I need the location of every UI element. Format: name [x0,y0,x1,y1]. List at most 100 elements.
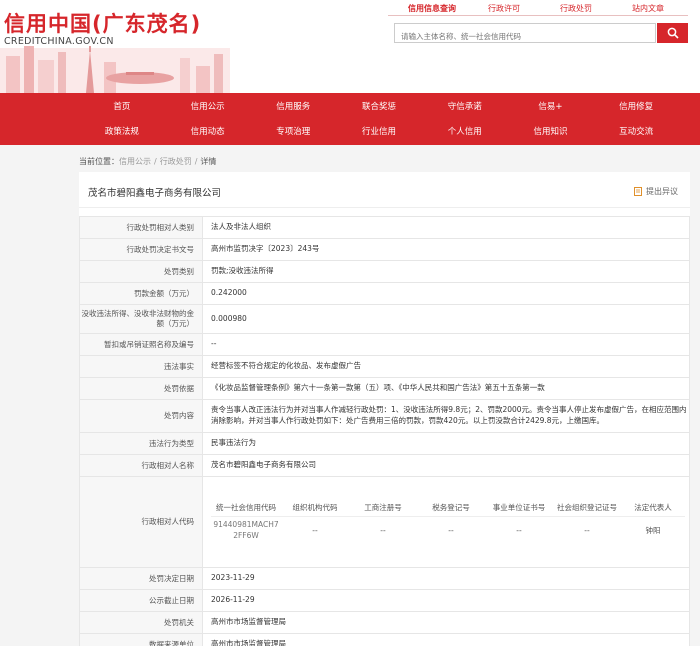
nav-policy[interactable]: 政策法规 [79,125,165,137]
search-input[interactable] [395,27,655,46]
breadcrumb-current: 详情 [200,157,217,166]
nav-home[interactable]: 首页 [79,100,165,112]
nav-joint-reward-punish[interactable]: 联合奖惩 [336,100,422,112]
breadcrumb-separator: / [154,157,157,166]
breadcrumb-admin-penalty[interactable]: 行政处罚 [160,157,192,166]
site-title: 信用中国(广东茂名) [4,12,202,36]
row-value: 民事违法行为 [202,432,690,455]
row-value: 经营标签不符合规定的化妆品、发布虚假广告 [202,355,690,378]
top-nav-admin-penalty[interactable]: 行政处罚 [540,3,612,14]
row-value: 高州市市场监督管理局 [202,633,690,646]
row-label: 行政处罚相对人类别 [79,216,203,239]
row-value: 高州市市场监督管理局 [202,611,690,634]
company-name: 茂名市碧阳鑫电子商务有限公司 [88,188,222,199]
table-row: 暂扣或吊销证照名称及编号 -- [79,333,690,356]
codes-cell: 统一社会信用代码 组织机构代码 工商注册号 税务登记号 事业单位证书号 社会组织… [202,476,690,568]
row-label: 处罚内容 [79,399,203,433]
table-row: 行政相对人代码 统一社会信用代码 组织机构代码 工商注册号 税务登记号 事业单位… [79,476,690,568]
table-row: 处罚依据 《化妆品监督管理条例》第六十一条第一款第（五）项、《中华人民共和国广告法… [79,377,690,400]
nav-special-governance[interactable]: 专项治理 [250,125,336,137]
objection-label: 提出异议 [646,187,678,196]
row-value: 0.000980 [202,304,690,334]
nav-industry-credit[interactable]: 行业信用 [336,125,422,137]
table-row: 行政相对人名称 茂名市碧阳鑫电子商务有限公司 [79,454,690,477]
breadcrumb-credit-publicity[interactable]: 信用公示 [119,157,151,166]
search-icon [667,27,679,39]
row-value: 高州市监罚决字〔2023〕243号 [202,238,690,261]
nav-credit-news[interactable]: 信用动态 [165,125,251,137]
company-header: 茂名市碧阳鑫电子商务有限公司 提出异议 [79,172,690,208]
codes-value: -- [312,525,318,535]
codes-subtable: 统一社会信用代码 组织机构代码 工商注册号 税务登记号 事业单位证书号 社会组织… [211,499,685,545]
codes-value: -- [448,525,454,535]
row-label: 处罚依据 [79,377,203,400]
codes-value: -- [584,525,590,535]
table-row: 处罚机关 高州市市场监督管理局 [79,611,690,634]
codes-value: -- [516,525,522,535]
codes-header: 工商注册号 [349,499,417,518]
main-nav-row-2: 政策法规 信用动态 专项治理 行业信用 个人信用 信用知识 互动交流 [79,125,679,137]
nav-interaction[interactable]: 互动交流 [593,125,679,137]
codes-header: 税务登记号 [417,499,485,518]
row-label: 违法行为类型 [79,432,203,455]
nav-personal-credit[interactable]: 个人信用 [422,125,508,137]
objection-button[interactable]: 提出异议 [634,186,678,197]
nav-credit-repair[interactable]: 信用修复 [593,100,679,112]
nav-credit-plus[interactable]: 信易+ [508,100,594,112]
row-value: 2026-11-29 [202,589,690,612]
table-row: 数据来源单位 高州市市场监督管理局 [79,633,690,646]
row-label: 行政相对人代码 [79,476,203,568]
table-row: 处罚类别 罚款;没收违法所得 [79,260,690,283]
row-value: 罚款;没收违法所得 [202,260,690,283]
table-row: 没收违法所得、没收非法财物的金额（万元） 0.000980 [79,304,690,334]
search-box [394,23,656,46]
penalty-detail-table: 行政处罚相对人类别 法人及非法人组织 行政处罚决定书文号 高州市监罚决字〔2023〕… [79,216,690,646]
credit-code-value: 91440981MACH72FF6W [213,520,279,540]
table-row: 处罚内容 责令当事人改正违法行为并对当事人作减轻行政处罚：1、没收违法所得9.8元… [79,399,690,433]
row-label: 罚款金额（万元） [79,282,203,305]
row-value: -- [202,333,690,356]
table-row: 公示截止日期 2026-11-29 [79,589,690,612]
table-row: 违法事实 经营标签不符合规定的化妆品、发布虚假广告 [79,355,690,378]
nav-credit-service[interactable]: 信用服务 [250,100,336,112]
site-subtitle: CREDITCHINA.GOV.CN [4,36,114,47]
main-nav-row-1: 首页 信用公示 信用服务 联合奖惩 守信承诺 信易+ 信用修复 [79,100,679,112]
row-label: 没收违法所得、没收非法财物的金额（万元） [79,304,203,334]
row-label: 行政相对人名称 [79,454,203,477]
codes-value: -- [380,525,386,535]
row-value: 2023-11-29 [202,567,690,590]
row-label: 处罚决定日期 [79,567,203,590]
table-row: 行政处罚相对人类别 法人及非法人组织 [79,216,690,239]
top-nav-admin-license[interactable]: 行政许可 [468,3,540,14]
row-label: 处罚类别 [79,260,203,283]
nav-credit-commitment[interactable]: 守信承诺 [422,100,508,112]
codes-header-row: 统一社会信用代码 组织机构代码 工商注册号 税务登记号 事业单位证书号 社会组织… [211,499,685,518]
codes-header: 社会组织登记证号 [553,499,621,518]
table-row: 罚款金额（万元） 0.242000 [79,282,690,305]
row-value: 责令当事人改正违法行为并对当事人作减轻行政处罚：1、没收违法所得9.8元；2、罚… [202,399,690,433]
legal-rep-value: 钟阳 [645,525,661,535]
row-label: 数据来源单位 [79,633,203,646]
row-value: 法人及非法人组织 [202,216,690,239]
top-nav-credit-query[interactable]: 信用信息查询 [396,3,468,14]
top-nav-site-articles[interactable]: 站内文章 [612,3,684,14]
codes-header: 法定代表人 [621,499,685,518]
search-button[interactable] [657,23,688,43]
row-value: 0.242000 [202,282,690,305]
codes-header: 统一社会信用代码 [211,499,281,518]
table-row: 处罚决定日期 2023-11-29 [79,567,690,590]
row-label: 违法事实 [79,355,203,378]
row-value: 茂名市碧阳鑫电子商务有限公司 [202,454,690,477]
breadcrumb-label: 当前位置： [79,157,119,166]
record-card: 茂名市碧阳鑫电子商务有限公司 提出异议 行政处罚相对人类别 法人及非法人组织 行政… [79,172,690,646]
top-nav: 信用信息查询 行政许可 行政处罚 站内文章 [396,3,684,14]
nav-credit-publicity[interactable]: 信用公示 [165,100,251,112]
row-label: 暂扣或吊销证照名称及编号 [79,333,203,356]
main-nav: 首页 信用公示 信用服务 联合奖惩 守信承诺 信易+ 信用修复 政策法规 信用动… [0,93,700,145]
table-row: 违法行为类型 民事违法行为 [79,432,690,455]
edit-icon [634,187,642,196]
row-label: 公示截止日期 [79,589,203,612]
breadcrumb: 当前位置：信用公示 / 行政处罚 / 详情 [79,156,216,167]
row-label: 处罚机关 [79,611,203,634]
nav-credit-knowledge[interactable]: 信用知识 [508,125,594,137]
